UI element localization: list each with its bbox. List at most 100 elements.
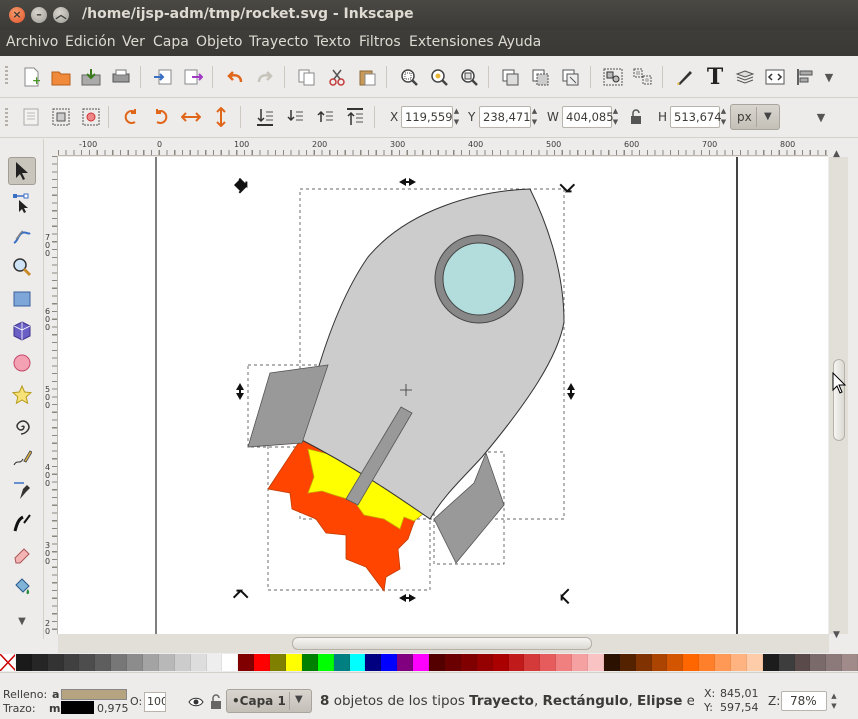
palette-swatch[interactable] [699,654,716,671]
toolbar-overflow-button[interactable]: ▼ [818,66,840,88]
palette-swatch[interactable] [111,654,128,671]
raise-icon[interactable] [314,106,336,128]
pencil-tool[interactable] [8,445,36,473]
palette-swatch[interactable] [381,654,398,671]
lower-to-bottom-icon[interactable] [254,106,276,128]
palette-swatch[interactable] [810,654,827,671]
lock-icon[interactable] [625,106,647,128]
palette-swatch[interactable] [572,654,588,671]
no-paint-swatch[interactable] [0,654,16,671]
rotate-cw-icon[interactable] [150,106,172,128]
stroke-indicator[interactable] [61,701,94,714]
cut-icon[interactable] [326,66,348,88]
palette-swatch[interactable] [540,654,557,671]
palette-swatch[interactable] [158,654,175,671]
palette-swatch[interactable] [238,654,255,671]
palette-swatch[interactable] [556,654,573,671]
fill-stroke-icon[interactable] [674,66,696,88]
palette-swatch[interactable] [206,654,223,671]
w-input[interactable]: 404,085 [562,106,614,128]
paste-icon[interactable] [356,66,378,88]
palette-swatch[interactable] [619,654,636,671]
palette-swatch[interactable] [746,654,763,671]
palette-swatch[interactable] [47,654,64,671]
duplicate-icon[interactable] [500,66,522,88]
clone-icon[interactable] [530,66,552,88]
palette-swatch[interactable] [365,654,382,671]
palette-swatch[interactable] [762,654,779,671]
toolbar-grip[interactable] [5,66,8,86]
palette-swatch[interactable] [492,654,509,671]
palette-swatch[interactable] [429,654,445,671]
selector-tool[interactable] [8,157,36,185]
palette-swatch[interactable] [333,654,350,671]
palette-swatch[interactable] [254,654,271,671]
unlink-clone-icon[interactable] [560,66,582,88]
palette-swatch[interactable] [317,654,334,671]
rotate-ccw-icon[interactable] [120,106,142,128]
palette-swatch[interactable] [826,654,843,671]
document-new-icon[interactable]: + [20,66,42,88]
palette-swatch[interactable] [63,654,80,671]
zoom-spinner[interactable]: ▲ ▼ [829,691,839,711]
palette-swatch[interactable] [603,654,620,671]
drawing-canvas[interactable] [58,157,828,634]
menu-objeto[interactable]: Objeto [196,34,242,50]
x-input[interactable]: 119,559 [401,106,453,128]
lower-icon[interactable] [284,106,306,128]
maximize-window-button[interactable]: ︿ [53,7,69,23]
horizontal-ruler[interactable]: -100 0 100 200 300 400 500 600 700 800 [58,139,828,156]
calligraphy-tool[interactable] [8,509,36,537]
save-icon[interactable] [80,66,102,88]
toolbox-overflow-button[interactable]: ▼ [8,607,36,635]
star-tool[interactable] [8,381,36,409]
opacity-input[interactable]: 100 [144,692,166,712]
rectangle-tool[interactable] [8,285,36,313]
toolbar-grip[interactable] [5,108,8,128]
menu-trayecto[interactable]: Trayecto [249,34,308,50]
palette-swatch[interactable] [683,654,700,671]
palette-swatch[interactable] [222,654,239,671]
xml-editor-icon[interactable] [764,66,786,88]
flip-vertical-icon[interactable] [210,106,232,128]
deselect-icon[interactable] [80,106,102,128]
x-spinner[interactable]: ▲ ▼ [452,106,461,128]
zoom-tool[interactable] [8,253,36,281]
palette-swatch[interactable] [31,654,48,671]
palette-swatch[interactable] [460,654,477,671]
palette-swatch[interactable] [667,654,684,671]
palette-swatch[interactable] [270,654,287,671]
h-input[interactable]: 513,674 [670,106,722,128]
palette-swatch[interactable] [286,654,302,671]
palette-swatch[interactable] [730,654,747,671]
y-input[interactable]: 238,471 [479,106,531,128]
group-icon[interactable] [602,66,624,88]
flip-horizontal-icon[interactable] [180,106,202,128]
eye-icon[interactable] [185,691,207,713]
palette-swatch[interactable] [635,654,652,671]
print-icon[interactable] [110,66,132,88]
undo-icon[interactable] [224,66,246,88]
folder-open-icon[interactable] [50,66,72,88]
menu-filtros[interactable]: Filtros [359,34,401,50]
palette-swatch[interactable] [476,654,493,671]
select-all-icon[interactable] [20,106,42,128]
scroll-down-icon[interactable]: ▼ [833,630,840,640]
palette-swatch[interactable] [301,654,318,671]
redo-icon[interactable] [254,66,276,88]
palette-swatch[interactable] [127,654,144,671]
palette-swatch[interactable] [397,654,414,671]
palette-swatch[interactable] [190,654,207,671]
palette-swatch[interactable] [651,654,668,671]
palette-swatch[interactable] [174,654,191,671]
palette-swatch[interactable] [508,654,525,671]
eraser-tool[interactable] [8,541,36,569]
palette-swatch[interactable] [95,654,112,671]
menu-texto[interactable]: Texto [314,34,351,50]
palette-swatch[interactable] [413,654,430,671]
close-window-button[interactable]: × [9,7,25,23]
palette-swatch[interactable] [794,654,811,671]
ellipse-tool[interactable] [8,349,36,377]
palette-swatch[interactable] [715,654,731,671]
pen-tool[interactable] [8,477,36,505]
